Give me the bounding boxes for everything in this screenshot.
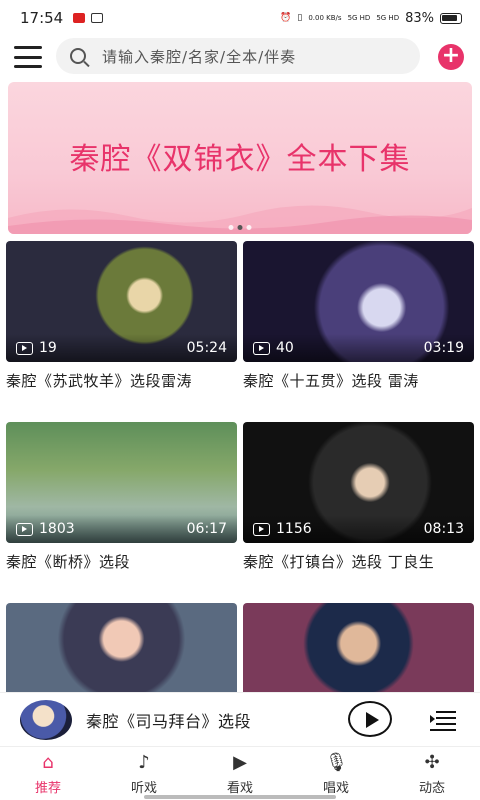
playlist-icon[interactable] (430, 711, 456, 731)
banner-pagination (228, 225, 252, 230)
tab-watch[interactable]: ▶ 看戏 (192, 747, 288, 800)
banner-dot (228, 225, 234, 230)
banner-dot (246, 225, 252, 230)
video-thumbnail: 19 05:24 (6, 241, 237, 362)
view-count: 1803 (39, 521, 75, 537)
video-duration: 05:24 (186, 340, 227, 356)
view-count: 40 (276, 340, 294, 356)
signal-1: 5G HD (347, 13, 371, 22)
video-card[interactable]: 1803 06:17 秦腔《断桥》选段 (6, 422, 237, 573)
play-count-icon (16, 341, 33, 355)
signal-2: 5G HD (376, 13, 400, 22)
tab-label: 听戏 (130, 781, 157, 796)
battery-icon (440, 12, 462, 24)
banner-title: 秦腔《双锦衣》全本下集 (69, 142, 411, 177)
video-card[interactable]: 40 03:19 秦腔《十五贯》选段 雷涛 (243, 241, 474, 392)
tab-recommend[interactable]: ⌂ 推荐 (0, 747, 96, 800)
video-thumbnail (6, 603, 237, 693)
video-title: 秦腔《十五贯》选段 雷涛 (243, 372, 419, 390)
search-icon (70, 48, 86, 64)
search-input[interactable]: 请输入秦腔/名家/全本/伴奏 (56, 38, 420, 74)
video-thumbnail: 1803 06:17 (6, 422, 237, 543)
tab-bar: ⌂ 推荐 ♪ 听戏 ▶ 看戏 🎙 唱戏 ✣ 动态 (0, 746, 480, 800)
video-title: 秦腔《苏武牧羊》选段雷涛 (6, 372, 193, 390)
video-title: 秦腔《打镇台》选段 丁良生 (243, 553, 435, 571)
battery-percent: 83% (405, 10, 434, 26)
alarm-icon: ⏰ (280, 13, 292, 23)
video-card[interactable] (6, 603, 237, 693)
tab-listen[interactable]: ♪ 听戏 (96, 747, 192, 800)
video-card[interactable]: 19 05:24 秦腔《苏武牧羊》选段雷涛 (6, 241, 237, 392)
banner[interactable]: 秦腔《双锦衣》全本下集 (8, 82, 472, 234)
add-button[interactable]: + (438, 44, 464, 70)
video-card[interactable] (243, 603, 474, 693)
play-button[interactable] (348, 701, 392, 737)
status-right: ⏰ ▯ 0.00 KB/s 5G HD 5G HD 83% (280, 11, 462, 26)
home-indicator[interactable] (144, 795, 336, 799)
video-meta: 1156 08:13 (243, 515, 474, 543)
video-title: 秦腔《断桥》选段 (6, 553, 131, 571)
tab-feed[interactable]: ✣ 动态 (384, 747, 480, 800)
microphone-icon: 🎙 (325, 752, 348, 773)
video-meta: 40 03:19 (243, 334, 474, 362)
play-count-icon (16, 522, 33, 536)
video-thumbnail: 1156 08:13 (243, 422, 474, 543)
tab-sing[interactable]: 🎙 唱戏 (288, 747, 384, 800)
view-count: 1156 (276, 521, 312, 537)
banner-dot-active (237, 225, 243, 230)
top-bar: 请输入秦腔/名家/全本/伴奏 + (0, 36, 480, 78)
status-bar: 17:54 ⏰ ▯ 0.00 KB/s 5G HD 5G HD 83% (0, 0, 480, 36)
app-notification-icon (91, 13, 104, 23)
menu-button[interactable] (14, 46, 42, 68)
video-icon: ▶ (233, 752, 247, 773)
tab-label: 推荐 (34, 781, 61, 796)
video-thumbnail (243, 603, 474, 693)
video-thumbnail: 40 03:19 (243, 241, 474, 362)
play-count-icon (253, 522, 270, 536)
net-speed: 0.00 KB/s (308, 13, 342, 22)
home-icon: ⌂ (42, 752, 54, 773)
mini-player[interactable]: 秦腔《司马拜台》选段 (0, 692, 480, 746)
video-card[interactable]: 1156 08:13 秦腔《打镇台》选段 丁良生 (243, 422, 474, 573)
tab-label: 看戏 (226, 781, 253, 796)
tab-label: 动态 (418, 781, 445, 796)
notification-icon (73, 13, 86, 23)
player-avatar (20, 699, 72, 740)
player-title: 秦腔《司马拜台》选段 (86, 711, 252, 731)
video-duration: 06:17 (186, 521, 227, 537)
video-meta: 19 05:24 (6, 334, 237, 362)
search-placeholder: 请输入秦腔/名家/全本/伴奏 (102, 47, 297, 66)
video-duration: 08:13 (423, 521, 464, 537)
vibrate-icon: ▯ (297, 13, 303, 23)
view-count: 19 (39, 340, 57, 356)
video-meta: 1803 06:17 (6, 515, 237, 543)
pinwheel-icon: ✣ (424, 752, 440, 773)
play-count-icon (253, 341, 270, 355)
music-disc-icon: ♪ (138, 752, 150, 773)
status-time: 17:54 (20, 9, 64, 27)
video-duration: 03:19 (423, 340, 464, 356)
tab-label: 唱戏 (322, 781, 349, 796)
